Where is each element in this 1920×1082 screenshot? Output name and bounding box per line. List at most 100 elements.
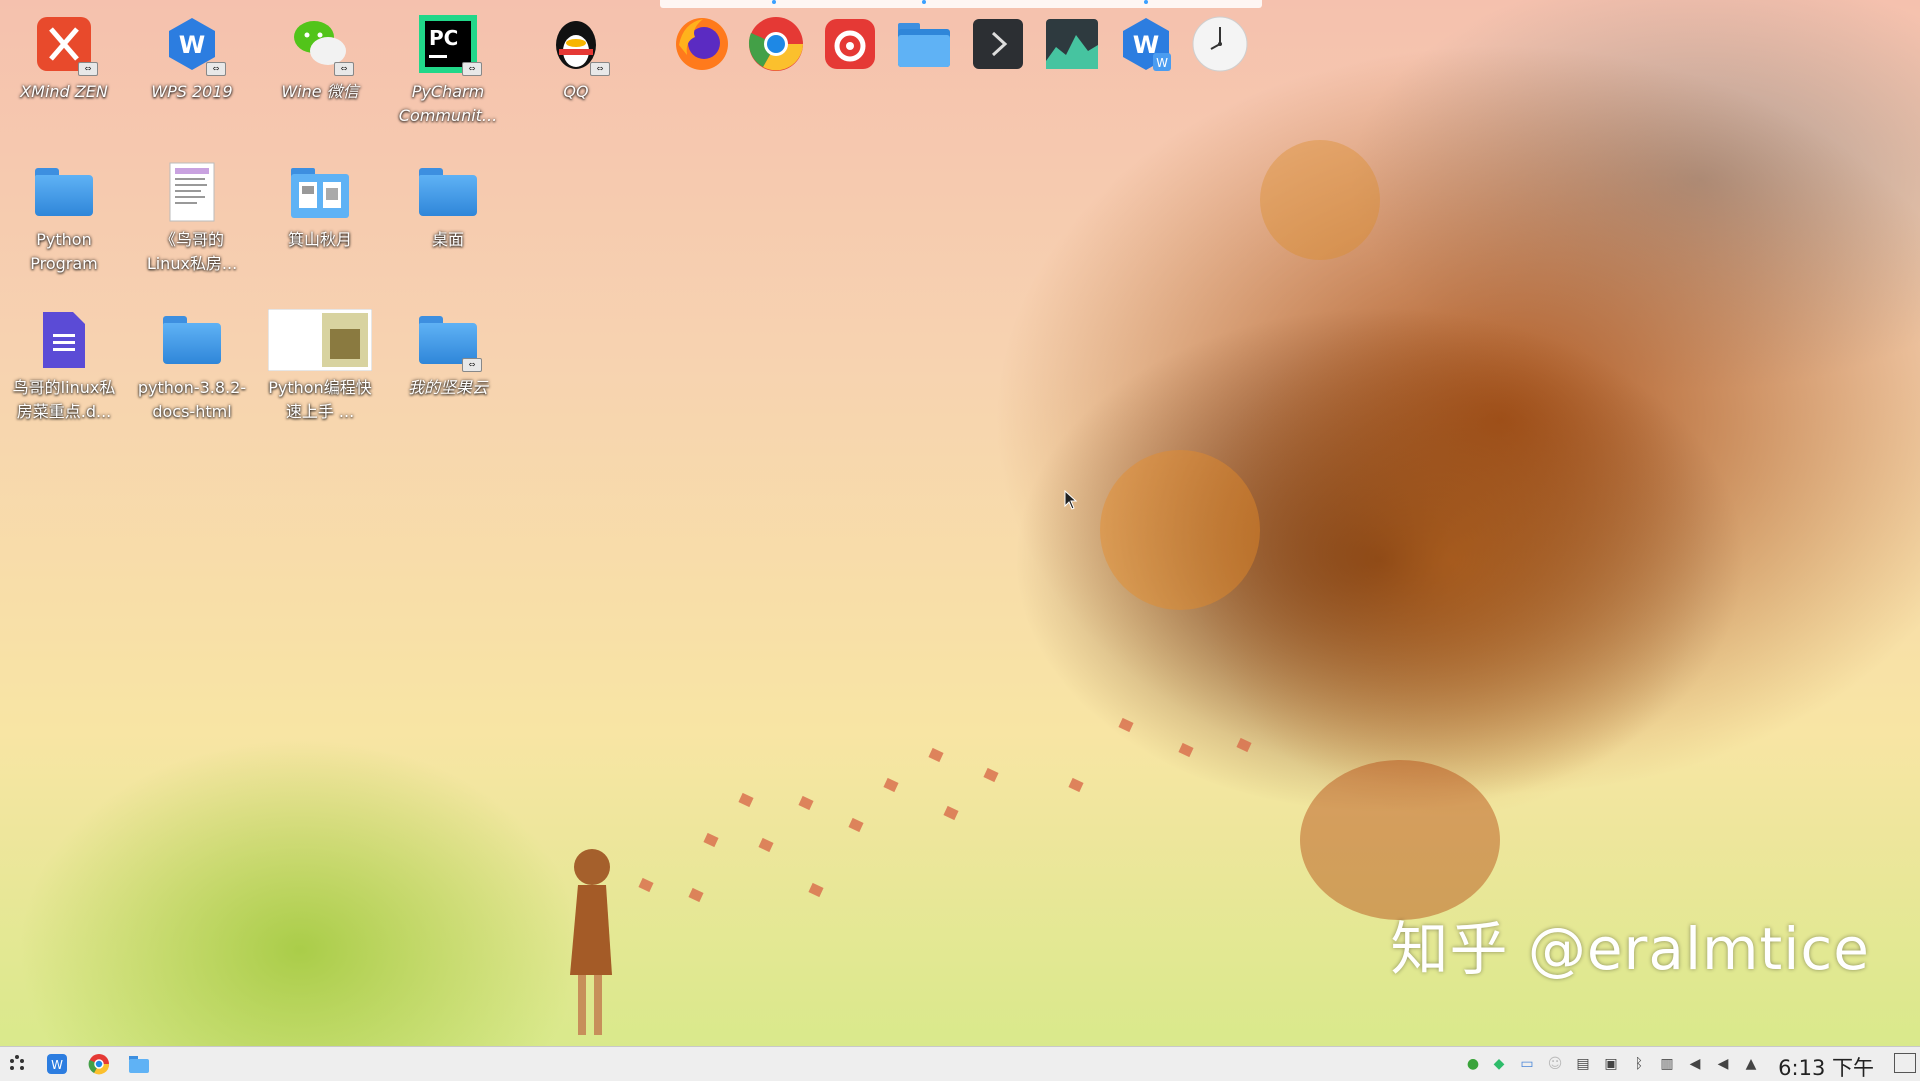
desktop-icon-linux-book[interactable]: 《鸟哥的 Linux私房... [132,162,252,276]
icon-label: XMind ZEN [20,82,108,101]
system-monitor-icon[interactable] [1042,14,1102,74]
show-desktop-button[interactable] [1894,1053,1916,1073]
desktop-icon-python-program[interactable]: Python Program [4,162,124,276]
speaker-icon[interactable]: ◀ [1686,1055,1704,1073]
volume-icon[interactable]: ◀ [1714,1055,1732,1073]
dock-indicator [772,0,776,4]
wechat-icon: ⇔ [290,14,354,76]
icon-label: 《鸟哥的 Linux私房... [146,230,238,273]
printer-icon[interactable]: ▣ [1602,1055,1620,1073]
desktop-icon-xmind[interactable]: ⇔ XMind ZEN [4,14,124,104]
bluetooth-icon[interactable]: ᛒ [1630,1055,1648,1073]
firefox-icon[interactable] [672,14,732,74]
confetti [738,792,754,808]
confetti [1236,737,1252,753]
ghost-icon[interactable]: ◆ [1490,1055,1508,1073]
girl-figure [570,849,612,1035]
desktop-icon-wechat[interactable]: ⇔ Wine 微信 [260,14,380,104]
desktop-icon-qq[interactable]: ⇔ QQ [516,14,636,104]
document-icon [34,310,94,370]
xmind-icon: ⇔ [34,14,98,76]
folder-icon [129,1056,149,1073]
confetti [848,817,864,833]
clipboard-icon[interactable]: ▤ [1574,1055,1592,1073]
confetti [703,832,719,848]
wps-writer-icon[interactable]: WW [1116,14,1176,74]
confetti [688,887,704,903]
desktop-icon-pycharm[interactable]: PC ⇔ PyCharm Communit... [388,14,508,128]
desktop-icon-desktop-folder[interactable]: 桌面 [388,162,508,252]
mouse-cursor-icon [1064,490,1078,510]
confetti [758,837,774,853]
taskbar-wps-mail[interactable]: W [44,1053,70,1075]
confetti [943,805,959,821]
chrome-icon[interactable] [746,14,806,74]
folder-icon [162,310,222,370]
taskbar-chrome[interactable] [86,1053,112,1075]
wps-icon: W [47,1054,67,1074]
qq-penguin-icon: ⇔ [546,14,610,76]
icon-label: 桌面 [431,230,464,249]
desktop-wallpaper: 知乎 @eralmtice [0,0,1920,1046]
netease-music-icon[interactable] [820,14,880,74]
desktop-icon-python-docs[interactable]: python-3.8.2- docs-html [132,310,252,424]
desktop-icon-python-book[interactable]: Python编程快 速上手 ... [260,309,380,424]
confetti [1178,742,1194,758]
shortcut-badge: ⇔ [334,62,354,76]
shortcut-badge: ⇔ [462,62,482,76]
dock-indicator [922,0,926,4]
folder-icon: ⇔ [418,310,482,372]
desktop-icon-wps[interactable]: W ⇔ WPS 2019 [132,14,252,104]
wallpaper-shape [1190,300,1710,820]
confetti [798,795,814,811]
confetti [983,767,999,783]
shortcut-badge: ⇔ [206,62,226,76]
icon-label: WPS 2019 [151,82,233,101]
confetti [638,877,654,893]
file-manager-icon[interactable] [894,14,954,74]
chrome-icon [88,1054,110,1075]
wps-icon: W ⇔ [162,14,226,76]
icon-label: 箕山秋月 [287,230,352,249]
icon-label: Wine 微信 [281,82,359,101]
desktop-icon-jianguoyun[interactable]: ⇔ 我的坚果云 [388,310,508,400]
app-launcher-button[interactable] [4,1053,30,1075]
dock-bar [660,0,1262,8]
network-icon[interactable]: ▥ [1658,1055,1676,1073]
icon-label: 鸟哥的linux私 房菜重点.d... [12,378,116,421]
document-thumbnail-icon [162,162,222,222]
expand-tray-icon[interactable]: ▲ [1742,1055,1760,1073]
update-icon[interactable]: ● [1464,1055,1482,1073]
keyboard-icon[interactable]: ▭ [1518,1055,1536,1073]
shortcut-badge: ⇔ [78,62,98,76]
desktop-icon-linux-notes[interactable]: 鸟哥的linux私 房菜重点.d... [4,310,124,424]
dock-indicator [1144,0,1148,4]
svg-text:W: W [51,1058,63,1072]
pycharm-glyph: PC [429,26,458,50]
icon-label: QQ [563,82,589,101]
terminal-icon[interactable] [968,14,1028,74]
people-icon[interactable]: ☺ [1546,1055,1564,1073]
shortcut-badge: ⇔ [590,62,610,76]
folder-icon [34,162,94,222]
taskbar-clock[interactable]: 6:13 下午 [1778,1052,1874,1082]
wallpaper-shape [1300,760,1500,920]
confetti [1068,777,1084,793]
folder-icon [418,162,478,222]
icon-label: python-3.8.2- docs-html [137,378,247,421]
zhihu-watermark: 知乎 @eralmtice [1390,915,1870,983]
icon-label: 我的坚果云 [407,378,488,397]
icon-label: Python编程快 速上手 ... [268,378,372,421]
clock-icon[interactable] [1190,14,1250,74]
confetti [1118,717,1134,733]
wallpaper-shape [1100,450,1260,610]
icon-label: Python Program [30,230,98,273]
taskbar: W ● ◆ ▭ ☺ ▤ ▣ ᛒ ▥ ◀ ◀ ▲ 6:13 下午 [0,1046,1920,1081]
icon-label: PyCharm Communit... [398,82,498,125]
desktop-icon-jishan-qiuyue[interactable]: 箕山秋月 [260,162,380,252]
taskbar-file-manager[interactable] [126,1053,152,1075]
confetti [928,747,944,763]
launcher-icon [10,1055,24,1070]
svg-text:W: W [179,31,205,59]
shortcut-badge: ⇔ [462,358,482,372]
